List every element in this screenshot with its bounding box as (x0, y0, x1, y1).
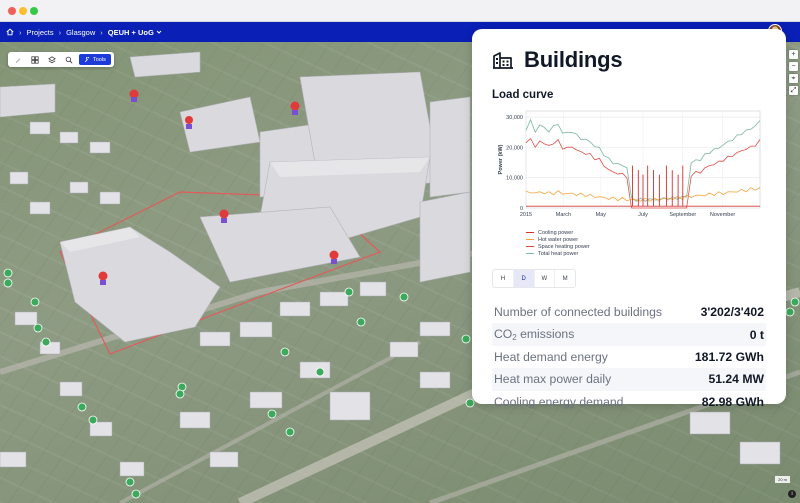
buildings-icon (493, 52, 513, 69)
legend-label: Space heating power (538, 243, 590, 250)
stat-label: CO2 emissions (494, 327, 575, 343)
stat-row: Number of connected buildings 3'202/3'402 (492, 301, 766, 323)
load-curve-svg: 010,00020,00030,0002015 March May July Septe… (498, 110, 761, 218)
stat-row: Heat demand energy 181.72 GWh (492, 346, 766, 368)
breadcrumb-project-dropdown[interactable]: QEUH + UoG (108, 28, 162, 37)
breadcrumb-projects[interactable]: Projects (27, 28, 54, 37)
legend-swatch (526, 231, 534, 234)
legend-swatch (526, 238, 534, 241)
chart-ytick-label: 20,000 (506, 145, 523, 151)
legend-swatch (526, 245, 534, 248)
resolution-toggle: HDWM (492, 269, 576, 288)
stat-value: 0 t (749, 327, 764, 342)
breadcrumb-separator: › (100, 27, 103, 37)
stat-row: CO2 emissions 0 t (492, 323, 766, 346)
stat-value: 82.98 GWh (701, 394, 764, 409)
chart-xtick-label: September (669, 212, 696, 218)
stat-row: Heat max power daily 51.24 MW (492, 368, 766, 391)
stat-value: 51.24 MW (708, 372, 764, 387)
stats-list: Number of connected buildings 3'202/3'402… (492, 301, 766, 413)
compass-button[interactable]: ⌖ (789, 74, 798, 83)
search-icon[interactable] (62, 54, 76, 65)
chart-xtick-label: March (556, 212, 571, 218)
fullscreen-button[interactable]: ⤢ (789, 86, 798, 95)
home-icon[interactable] (6, 28, 14, 36)
breadcrumb-separator: › (19, 27, 22, 37)
legend-item[interactable]: Cooling power (526, 229, 766, 236)
chart-xtick-label: 2015 (520, 212, 532, 218)
info-icon[interactable]: i (788, 490, 796, 498)
chart-xtick-label: July (638, 212, 648, 218)
chart-ytick-label: 10,000 (506, 176, 523, 182)
legend-label: Hot water power (538, 236, 579, 243)
chevron-down-icon (156, 30, 162, 34)
legend-swatch (526, 252, 534, 255)
breadcrumb-project-label: QEUH + UoG (107, 27, 154, 37)
window-titlebar (0, 0, 800, 22)
chart-xtick-label: November (710, 212, 736, 218)
buildings-panel: Buildings Load curve 0 10,000 20,000 30,000… (472, 29, 786, 409)
grid-icon[interactable] (28, 54, 42, 65)
chart-ylabel: Power (kW) (498, 144, 504, 174)
minimize-window-button[interactable] (19, 7, 27, 15)
stat-label: Cooling energy demand (494, 394, 624, 409)
zoom-in-button[interactable]: + (789, 50, 798, 59)
map-toolbar: Tools (8, 52, 114, 67)
legend-item[interactable]: Total heat power (526, 250, 766, 257)
panel-header: Buildings (492, 47, 766, 73)
stat-label: Heat max power daily (494, 372, 612, 387)
tools-button[interactable]: Tools (79, 54, 111, 65)
chart-legend: Cooling power Hot water power Space heatin… (526, 229, 766, 257)
layers-icon[interactable] (45, 54, 59, 65)
resolution-tab-d[interactable]: D (513, 270, 535, 287)
breadcrumb-separator: › (58, 27, 62, 37)
wrench-icon (84, 56, 90, 62)
load-curve-title: Load curve (492, 89, 554, 101)
zoom-out-button[interactable]: − (789, 62, 798, 71)
legend-label: Cooling power (538, 229, 574, 236)
close-window-button[interactable] (8, 7, 16, 15)
breadcrumb-glasgow[interactable]: Glasgow (66, 28, 95, 37)
maximize-window-button[interactable] (30, 7, 38, 15)
stat-label: Number of connected buildings (494, 305, 663, 320)
resolution-tab-m[interactable]: M (555, 270, 575, 287)
map-scale: 20 m (775, 476, 790, 483)
pencil-icon[interactable] (11, 54, 25, 65)
chart-ytick-label: 30,000 (506, 115, 523, 121)
load-curve-chart: 0 10,000 20,000 30,000 2015 March May July Septe… (492, 105, 766, 229)
stat-value: 3'202/3'402 (700, 305, 764, 320)
legend-item[interactable]: Hot water power (526, 236, 766, 243)
panel-title: Buildings (524, 47, 623, 72)
tools-label: Tools (93, 56, 106, 63)
resolution-tab-h[interactable]: H (493, 270, 514, 287)
chart-xtick-label: May (596, 212, 607, 218)
resolution-tab-w[interactable]: W (535, 270, 556, 287)
stat-value: 181.72 GWh (694, 349, 764, 364)
stat-row: Cooling energy demand 82.98 GWh (492, 391, 766, 413)
legend-label: Total heat power (538, 250, 579, 257)
stat-label: Heat demand energy (494, 349, 608, 364)
legend-item[interactable]: Space heating power (526, 243, 766, 250)
